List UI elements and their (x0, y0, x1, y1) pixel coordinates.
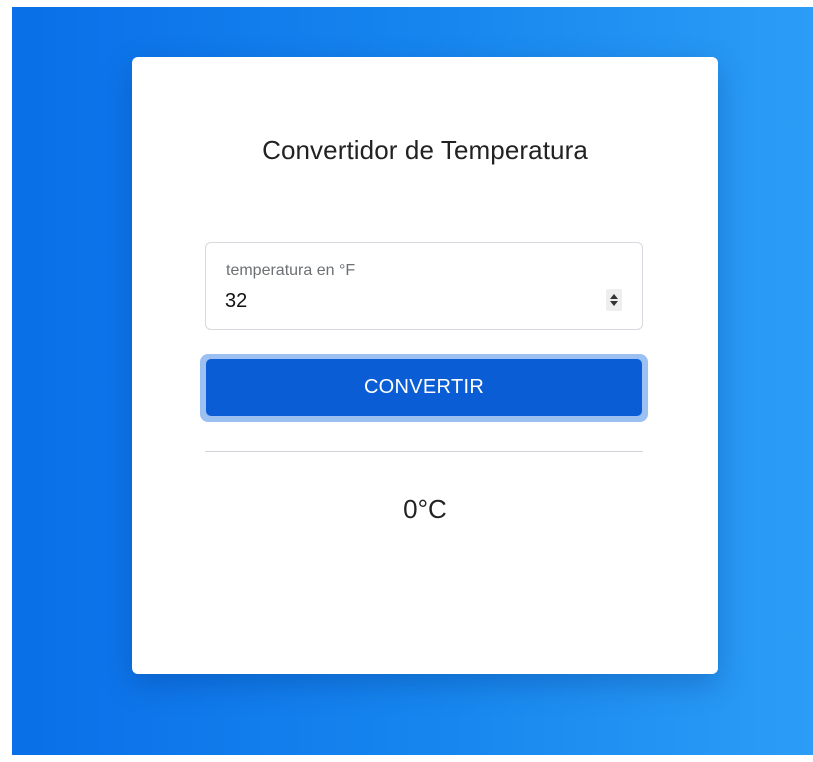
number-spinner[interactable] (606, 289, 622, 311)
conversion-result: 0°C (403, 494, 447, 524)
page-background: Convertidor de Temperatura temperatura e… (12, 7, 813, 755)
divider (205, 451, 643, 452)
temperature-field-label: temperatura en °F (226, 262, 356, 279)
spinner-down-icon[interactable] (610, 301, 618, 306)
converter-title: Convertidor de Temperatura (262, 135, 588, 165)
spinner-up-icon[interactable] (610, 294, 618, 299)
converter-card: Convertidor de Temperatura temperatura e… (132, 57, 718, 674)
temperature-field[interactable]: temperatura en °F (205, 242, 643, 330)
convert-button[interactable]: CONVERTIR (206, 359, 642, 416)
temperature-input[interactable] (225, 290, 585, 313)
